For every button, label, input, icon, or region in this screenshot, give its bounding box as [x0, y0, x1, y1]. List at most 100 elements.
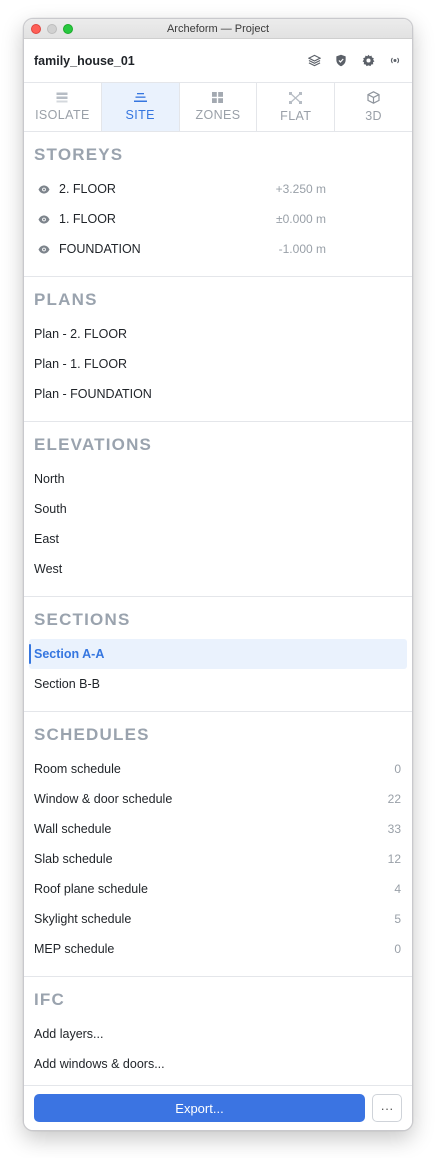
app-window: Archeform — Project family_house_01 ISOL…: [23, 18, 413, 1131]
schedule-item[interactable]: Slab schedule 12: [24, 844, 412, 874]
minimize-window-button[interactable]: [47, 24, 57, 34]
schedule-item[interactable]: Skylight schedule 5: [24, 904, 412, 934]
tab-isolate[interactable]: ISOLATE: [24, 83, 102, 131]
plans-section: PLANS Plan - 2. FLOOR Plan - 1. FLOOR Pl…: [24, 277, 412, 422]
elevations-section: ELEVATIONS North South East West: [24, 422, 412, 597]
section-item[interactable]: Section B-B: [24, 669, 412, 699]
plan-label: Plan - 2. FLOOR: [34, 327, 128, 341]
schedule-item[interactable]: Window & door schedule 22: [24, 784, 412, 814]
schedule-label: Room schedule: [34, 762, 121, 776]
more-options-button[interactable]: ···: [372, 1094, 402, 1122]
footer-bar: Export... ···: [24, 1085, 412, 1130]
schedule-label: Window & door schedule: [34, 792, 173, 806]
schedule-label: Slab schedule: [34, 852, 113, 866]
plan-label: Plan - FOUNDATION: [34, 387, 152, 401]
shield-icon[interactable]: [334, 54, 348, 68]
storey-label: FOUNDATION: [59, 242, 141, 256]
window-title: Archeform — Project: [166, 22, 270, 35]
ifc-label: Add layers...: [34, 1027, 104, 1041]
elevation-item[interactable]: South: [24, 494, 412, 524]
eye-icon[interactable]: [38, 213, 50, 225]
schedule-label: MEP schedule: [34, 942, 115, 956]
cube-icon: [367, 91, 380, 104]
flat-icon: [289, 91, 303, 104]
isolate-icon: [56, 92, 68, 103]
storey-elevation: ±0.000 m: [276, 212, 326, 226]
ifc-section: IFC Add layers... Add windows & doors...: [24, 977, 412, 1091]
section-title: IFC: [34, 990, 65, 1009]
elevation-label: East: [34, 532, 60, 546]
section-title: STOREYS: [34, 145, 124, 164]
close-window-button[interactable]: [31, 24, 41, 34]
eye-icon[interactable]: [38, 183, 50, 195]
tab-zones[interactable]: ZONES: [180, 83, 258, 131]
schedule-label: Roof plane schedule: [34, 882, 148, 896]
project-name: family_house_01: [34, 53, 135, 68]
schedule-item[interactable]: Wall schedule 33: [24, 814, 412, 844]
schedule-count: 22: [387, 792, 401, 806]
section-label: Section A-A: [34, 647, 105, 661]
section-title: SCHEDULES: [34, 725, 150, 744]
ifc-add-layers-item[interactable]: Add layers...: [24, 1019, 412, 1049]
storey-row-2-floor[interactable]: 2. FLOOR +3.250 m: [24, 174, 412, 204]
storey-row-1-floor[interactable]: 1. FLOOR ±0.000 m: [24, 204, 412, 234]
project-header: family_house_01: [24, 39, 412, 83]
storeys-section: STOREYS 2. FLOOR +3.250 m 1. FLOOR ±0.00…: [24, 132, 412, 277]
view-tabs: ISOLATE SITE ZONES FLAT 3D: [24, 83, 412, 132]
zones-icon: [212, 92, 224, 103]
export-button[interactable]: Export...: [34, 1094, 365, 1122]
ifc-label: Add windows & doors...: [34, 1057, 165, 1071]
schedule-count: 0: [394, 942, 401, 956]
storey-label: 2. FLOOR: [59, 182, 116, 196]
schedule-count: 4: [394, 882, 401, 896]
tab-label: SITE: [125, 108, 155, 122]
schedule-count: 0: [394, 762, 401, 776]
schedule-item[interactable]: Room schedule 0: [24, 754, 412, 784]
tab-3d[interactable]: 3D: [335, 83, 412, 131]
ifc-add-windows-doors-item[interactable]: Add windows & doors...: [24, 1049, 412, 1079]
elevation-label: West: [34, 562, 63, 576]
schedule-count: 33: [387, 822, 401, 836]
elevation-label: South: [34, 502, 67, 516]
schedule-label: Wall schedule: [34, 822, 112, 836]
schedule-count: 12: [387, 852, 401, 866]
schedules-section: SCHEDULES Room schedule 0 Window & door s…: [24, 712, 412, 977]
settings-icon[interactable]: [361, 54, 375, 68]
schedule-label: Skylight schedule: [34, 912, 132, 926]
storey-row-foundation[interactable]: FOUNDATION -1.000 m: [24, 234, 412, 264]
layers-icon[interactable]: [307, 54, 321, 68]
storey-elevation: -1.000 m: [278, 242, 326, 256]
zoom-window-button[interactable]: [63, 24, 73, 34]
title-bar: Archeform — Project: [24, 19, 412, 39]
eye-icon[interactable]: [38, 243, 50, 255]
elevation-item[interactable]: North: [24, 464, 412, 494]
elevation-item[interactable]: East: [24, 524, 412, 554]
tab-label: 3D: [365, 109, 382, 123]
plan-item[interactable]: Plan - 1. FLOOR: [24, 349, 412, 379]
schedule-item[interactable]: MEP schedule 0: [24, 934, 412, 964]
tab-flat[interactable]: FLAT: [257, 83, 336, 131]
elevation-label: North: [34, 472, 65, 486]
tab-site[interactable]: SITE: [101, 83, 180, 131]
schedule-item[interactable]: Roof plane schedule 4: [24, 874, 412, 904]
header-toolbar: [307, 54, 402, 68]
window-controls: [31, 24, 73, 34]
tab-label: ISOLATE: [35, 108, 90, 122]
section-item-selected[interactable]: Section A-A: [29, 639, 407, 669]
plan-item[interactable]: Plan - 2. FLOOR: [24, 319, 412, 349]
storey-elevation: +3.250 m: [275, 182, 326, 196]
section-label: Section B-B: [34, 677, 101, 691]
storey-label: 1. FLOOR: [59, 212, 116, 226]
schedule-count: 5: [394, 912, 401, 926]
elevation-item[interactable]: West: [24, 554, 412, 584]
sections-section: SECTIONS Section A-A Section B-B: [24, 597, 412, 712]
tab-label: FLAT: [280, 108, 312, 123]
site-icon: [133, 92, 147, 103]
tab-label: ZONES: [195, 108, 241, 122]
section-title: ELEVATIONS: [34, 435, 153, 454]
section-title: SECTIONS: [34, 610, 131, 629]
plan-item[interactable]: Plan - FOUNDATION: [24, 379, 412, 409]
broadcast-icon[interactable]: [388, 54, 402, 68]
plan-label: Plan - 1. FLOOR: [34, 357, 128, 371]
section-title: PLANS: [34, 290, 98, 309]
